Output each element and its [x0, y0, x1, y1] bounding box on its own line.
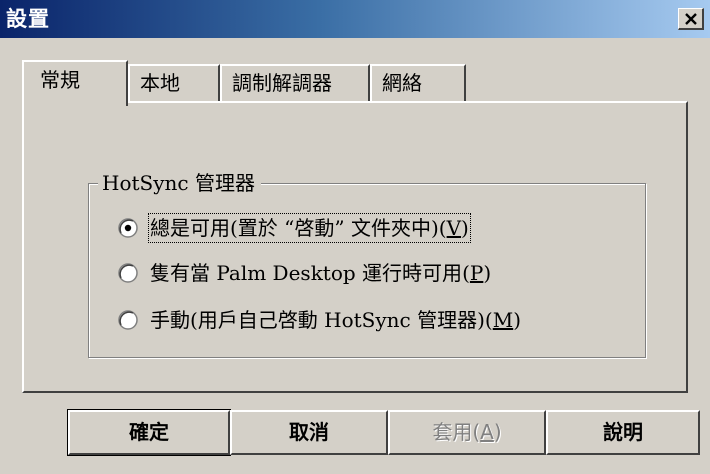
cancel-button-label: 取消	[289, 420, 329, 444]
tab-modem[interactable]: 調制解調器	[220, 64, 370, 102]
title-bar[interactable]: 設置	[0, 0, 710, 38]
radio-unselected-icon[interactable]	[118, 310, 138, 330]
radio-palm-desktop-running[interactable]: 隻有當 Palm Desktop 運行時可用(P)	[118, 259, 491, 287]
tab-network[interactable]: 網絡	[370, 64, 466, 102]
apply-button-disabled: 套用(A)	[388, 410, 546, 455]
window-title: 設置	[6, 7, 50, 31]
radio-manual[interactable]: 手動(用戶自己啓動 HotSync 管理器)(M)	[118, 306, 521, 334]
tab-label: 常規	[40, 68, 80, 92]
help-button-label: 說明	[603, 420, 643, 444]
groupbox-legend: HotSync 管理器	[98, 170, 261, 196]
settings-dialog: 設置 常規 本地 調制解調器 網絡 HotSync 管理器 總是可用(置於 “啓…	[0, 0, 710, 474]
radio-selected-icon[interactable]	[118, 218, 138, 238]
close-icon	[685, 13, 697, 25]
ok-button[interactable]: 確定	[67, 409, 231, 456]
tab-label: 調制解調器	[232, 71, 332, 95]
radio-label-palm-desktop: 隻有當 Palm Desktop 運行時可用(P)	[150, 261, 492, 285]
apply-button-label: 套用(A)	[432, 420, 502, 444]
tab-label: 本地	[140, 71, 180, 95]
cancel-button[interactable]: 取消	[230, 410, 388, 455]
close-button[interactable]	[678, 8, 704, 30]
help-button[interactable]: 說明	[546, 410, 700, 455]
tab-label: 網絡	[382, 71, 422, 95]
tab-local[interactable]: 本地	[128, 64, 220, 102]
radio-unselected-icon[interactable]	[118, 263, 138, 283]
ok-button-label: 確定	[129, 420, 169, 444]
radio-label-manual: 手動(用戶自己啓動 HotSync 管理器)(M)	[150, 308, 522, 332]
tab-general[interactable]: 常規	[22, 60, 128, 106]
radio-label-always: 總是可用(置於 “啓動” 文件夾中)(V)	[148, 213, 471, 243]
radio-always-available[interactable]: 總是可用(置於 “啓動” 文件夾中)(V)	[118, 213, 471, 243]
